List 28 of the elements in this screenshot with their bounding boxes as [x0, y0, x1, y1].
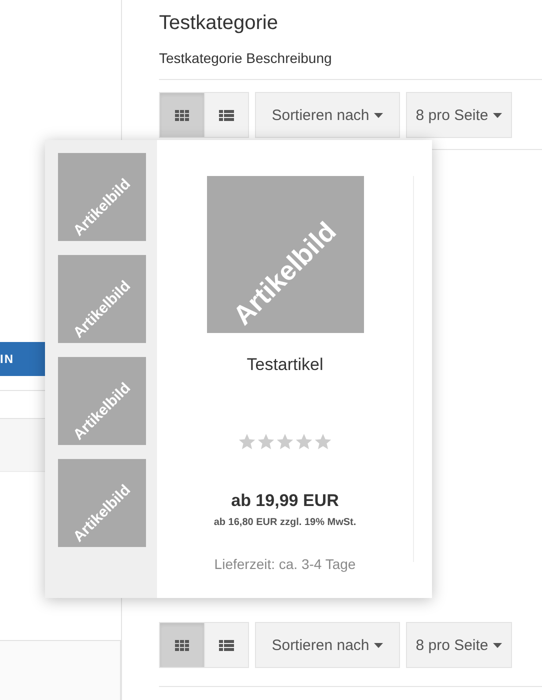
list-view-icon — [219, 110, 234, 120]
per-page-dropdown[interactable]: 8 pro Seite — [406, 92, 512, 138]
star-icon — [276, 433, 294, 451]
per-page-dropdown[interactable]: 8 pro Seite — [406, 622, 512, 668]
caret-icon — [374, 112, 384, 118]
star-icon — [314, 433, 332, 451]
caret-icon — [374, 642, 384, 648]
login-button[interactable]: IN — [0, 342, 45, 376]
caret-icon — [493, 642, 502, 648]
sort-dropdown[interactable]: Sortieren nach — [255, 92, 400, 138]
list-view-button[interactable] — [205, 622, 249, 668]
sort-dropdown[interactable]: Sortieren nach — [255, 622, 400, 668]
net-price: ab 16,80 EUR zzgl. 19% MwSt. — [214, 517, 356, 528]
product-name[interactable]: Testartikel — [246, 355, 324, 375]
grid-view-button[interactable] — [159, 92, 205, 138]
category-title: Testkategorie — [159, 12, 279, 35]
product-price: ab 19,99 EUR — [231, 491, 339, 511]
grid-view-button[interactable] — [159, 622, 205, 668]
list-view-icon — [219, 640, 234, 650]
category-description: Testkategorie Beschreibung — [159, 50, 333, 66]
star-icon — [295, 433, 313, 451]
grid-view-icon — [175, 640, 189, 650]
delivery-time: Lieferzeit: ca. 3-4 Tage — [213, 556, 357, 572]
grid-view-icon — [175, 110, 189, 120]
star-icon — [257, 433, 275, 451]
caret-icon — [493, 112, 502, 118]
list-view-button[interactable] — [205, 92, 249, 138]
star-icon — [238, 433, 256, 451]
